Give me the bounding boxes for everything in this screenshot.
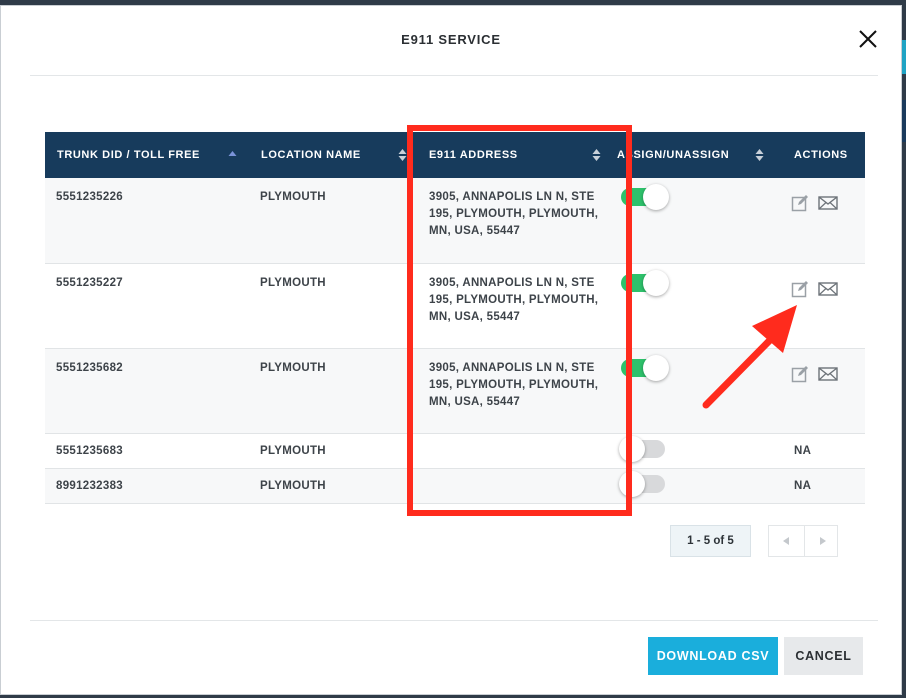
edit-icon[interactable] — [791, 194, 809, 212]
column-header-actions: ACTIONS — [770, 132, 865, 178]
table-row: 5551235227 PLYMOUTH 3905, ANNAPOLIS LN N… — [45, 263, 865, 348]
pagination-count: 1 - 5 of 5 — [670, 525, 751, 557]
column-label: ACTIONS — [794, 149, 848, 161]
assign-cell — [613, 178, 770, 263]
table-header-row: TRUNK DID / TOLL FREE LOCATION NAME E911… — [45, 132, 865, 178]
trunk-cell: 8991232383 — [56, 479, 123, 492]
trunk-cell: 5551235682 — [56, 361, 123, 374]
actions-cell: NA — [794, 444, 812, 457]
sort-both-icon — [592, 149, 601, 161]
column-label: ASSIGN/UNASSIGN — [617, 149, 730, 161]
table-row: 5551235683 PLYMOUTH NA — [45, 433, 865, 468]
sort-asc-icon — [228, 151, 237, 156]
address-cell — [411, 433, 613, 468]
email-icon[interactable] — [818, 194, 838, 212]
location-cell: PLYMOUTH — [260, 361, 326, 374]
address-cell — [411, 468, 613, 503]
download-csv-button[interactable]: DOWNLOAD CSV — [648, 637, 778, 675]
column-header-location[interactable]: LOCATION NAME — [249, 132, 411, 178]
column-header-assign[interactable]: ASSIGN/UNASSIGN — [613, 132, 770, 178]
address-cell: 3905, ANNAPOLIS LN N, STE 195, PLYMOUTH,… — [429, 361, 599, 408]
email-icon[interactable] — [818, 365, 838, 383]
address-cell: 3905, ANNAPOLIS LN N, STE 195, PLYMOUTH,… — [429, 191, 599, 237]
assign-toggle[interactable] — [621, 184, 669, 210]
edit-icon[interactable] — [791, 280, 809, 298]
chevron-right-icon — [820, 537, 826, 545]
actions-cell — [770, 178, 865, 263]
address-cell: 3905, ANNAPOLIS LN N, STE 195, PLYMOUTH,… — [429, 276, 599, 323]
header-divider — [30, 75, 878, 76]
column-label: LOCATION NAME — [261, 149, 361, 161]
actions-cell: NA — [794, 479, 812, 492]
column-header-trunk[interactable]: TRUNK DID / TOLL FREE — [45, 132, 249, 178]
next-page-button[interactable] — [804, 526, 839, 556]
pagination-nav — [768, 525, 838, 557]
trunk-cell: 5551235683 — [56, 444, 123, 457]
e911-service-modal: E911 SERVICE TRUNK DID / TOLL FREE LOCAT… — [0, 5, 902, 695]
assign-toggle[interactable] — [621, 269, 669, 296]
assign-cell — [613, 263, 770, 348]
modal-title: E911 SERVICE — [401, 32, 501, 47]
e911-table: TRUNK DID / TOLL FREE LOCATION NAME E911… — [45, 132, 865, 504]
backdrop-teal-strip — [902, 40, 906, 74]
actions-cell — [770, 263, 865, 348]
location-cell: PLYMOUTH — [260, 191, 326, 203]
footer-divider — [30, 620, 878, 621]
column-label: E911 ADDRESS — [429, 149, 518, 161]
table-row: 5551235226 PLYMOUTH 3905, ANNAPOLIS LN N… — [45, 178, 865, 263]
location-cell: PLYMOUTH — [260, 276, 326, 289]
assign-cell — [613, 433, 770, 468]
table-row: 5551235682 PLYMOUTH 3905, ANNAPOLIS LN N… — [45, 348, 865, 433]
assign-toggle[interactable] — [619, 470, 665, 497]
sort-both-icon — [755, 149, 764, 161]
assign-toggle[interactable] — [619, 435, 665, 462]
location-cell: PLYMOUTH — [260, 479, 326, 492]
prev-page-button[interactable] — [769, 526, 804, 556]
actions-cell — [770, 348, 865, 433]
assign-cell — [613, 348, 770, 433]
close-icon[interactable] — [855, 26, 881, 52]
edit-icon[interactable] — [791, 365, 809, 383]
backdrop-nav-strip — [902, 100, 906, 142]
sort-both-icon — [398, 149, 407, 161]
trunk-cell: 5551235227 — [56, 276, 123, 289]
chevron-left-icon — [783, 537, 789, 545]
assign-toggle[interactable] — [621, 354, 669, 381]
location-cell: PLYMOUTH — [260, 444, 326, 457]
column-header-address[interactable]: E911 ADDRESS — [411, 132, 613, 178]
assign-cell — [613, 468, 770, 503]
column-label: TRUNK DID / TOLL FREE — [57, 149, 200, 161]
table-row: 8991232383 PLYMOUTH NA — [45, 468, 865, 503]
cancel-button[interactable]: CANCEL — [784, 637, 863, 675]
email-icon[interactable] — [818, 280, 838, 298]
trunk-cell: 5551235226 — [56, 191, 123, 203]
